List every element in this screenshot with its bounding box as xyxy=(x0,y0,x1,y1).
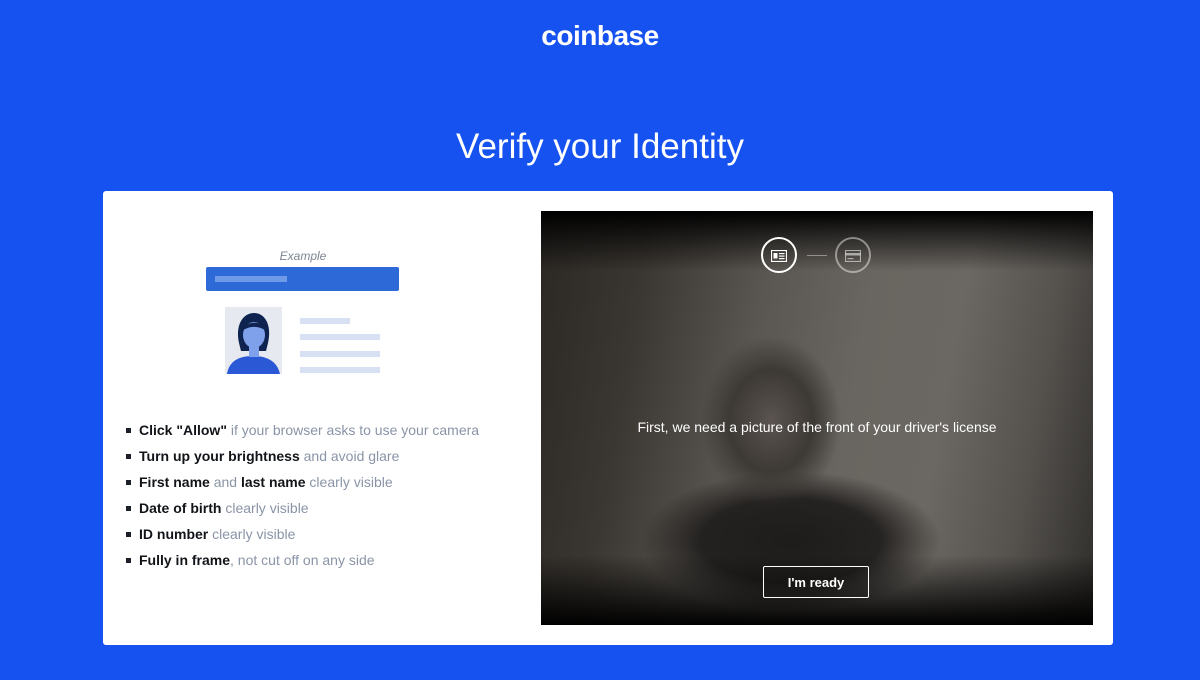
id-card-back-icon xyxy=(845,250,861,262)
id-card-front-icon xyxy=(771,250,787,262)
camera-preview: First, we need a picture of the front of… xyxy=(541,211,1093,625)
coinbase-logo: coinbase xyxy=(541,20,659,51)
id-text-line-4 xyxy=(300,367,380,373)
person-avatar-icon xyxy=(225,307,282,374)
id-text-line-1 xyxy=(300,318,350,324)
instruction-item: Date of birth clearly visible xyxy=(125,497,479,523)
verification-card: Example Click "Allow" if your browser as… xyxy=(103,191,1113,645)
instruction-item: Click "Allow" if your browser asks to us… xyxy=(125,419,479,445)
instruction-item: First name and last name clearly visible xyxy=(125,471,479,497)
instruction-item: Turn up your brightness and avoid glare xyxy=(125,445,479,471)
page-title: Verify your Identity xyxy=(456,127,744,167)
step-front xyxy=(761,237,797,273)
instruction-item: Fully in frame, not cut off on any side xyxy=(125,549,479,575)
step-back xyxy=(835,237,871,273)
capture-steps xyxy=(761,237,873,277)
id-text-line-3 xyxy=(300,351,380,357)
ready-button[interactable]: I'm ready xyxy=(763,566,869,598)
instruction-item: ID number clearly visible xyxy=(125,523,479,549)
instruction-list: Click "Allow" if your browser asks to us… xyxy=(125,419,479,575)
step-connector xyxy=(807,255,827,256)
id-card-header-bar xyxy=(206,267,399,291)
id-card-example xyxy=(206,267,400,377)
camera-instruction: First, we need a picture of the front of… xyxy=(637,419,997,435)
id-text-line-2 xyxy=(300,334,380,340)
id-card-header-line xyxy=(215,276,287,282)
example-label: Example xyxy=(279,249,327,263)
